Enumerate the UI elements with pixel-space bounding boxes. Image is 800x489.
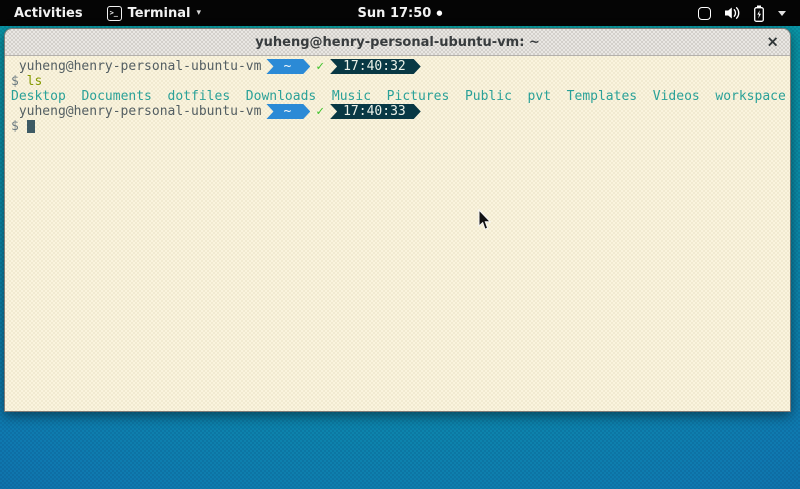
top-bar: Activities >_ Terminal ▾ Sun 17:50 ● <box>0 0 800 26</box>
rounded-square-status-icon <box>698 7 711 20</box>
app-menu-terminal[interactable]: >_ Terminal ▾ <box>97 0 211 26</box>
directory-name: Templates <box>567 89 637 104</box>
terminal-window: yuheng@henry-personal-ubuntu-vm: ~ × yuh… <box>4 28 791 412</box>
command-text: ls <box>27 74 43 89</box>
prompt-line: yuheng@henry-personal-ubuntu-vm ~ ✓ 17:4… <box>11 104 786 119</box>
directory-name: Desktop <box>11 89 66 104</box>
mouse-pointer-icon <box>477 209 491 231</box>
window-title: yuheng@henry-personal-ubuntu-vm: ~ <box>255 35 540 50</box>
directory-name: Public <box>465 89 512 104</box>
directory-name: Downloads <box>246 89 316 104</box>
chevron-down-icon <box>778 11 786 16</box>
prompt-path-segment: ~ <box>266 59 310 74</box>
prompt-time-segment: 17:40:32 <box>330 59 421 74</box>
close-icon[interactable]: × <box>766 35 779 50</box>
volume-icon <box>724 6 740 20</box>
command-line: $ ls <box>11 74 786 89</box>
directory-name: Pictures <box>387 89 450 104</box>
checkmark-icon: ✓ <box>316 104 324 119</box>
system-status-area[interactable] <box>684 0 800 26</box>
directory-name: dotfiles <box>168 89 231 104</box>
directory-name: Documents <box>81 89 151 104</box>
clock-label: Sun 17:50 <box>358 6 432 21</box>
app-menu-label: Terminal <box>128 6 191 21</box>
battery-charging-icon <box>753 5 765 22</box>
prompt-time-segment: 17:40:33 <box>330 104 421 119</box>
notification-dot-icon: ● <box>436 10 442 17</box>
prompt-line: yuheng@henry-personal-ubuntu-vm ~ ✓ 17:4… <box>11 59 786 74</box>
prompt-dollar: $ <box>11 74 19 89</box>
directory-name: pvt <box>528 89 551 104</box>
current-command-line: $ <box>11 119 786 134</box>
ls-output-line: Desktop Documents dotfiles Downloads Mus… <box>11 89 786 104</box>
checkmark-icon: ✓ <box>316 59 324 74</box>
terminal-app-icon: >_ <box>107 6 122 21</box>
prompt-path-segment: ~ <box>266 104 310 119</box>
window-titlebar[interactable]: yuheng@henry-personal-ubuntu-vm: ~ × <box>5 29 790 56</box>
prompt-dollar: $ <box>11 119 19 134</box>
prompt-username: yuheng@henry-personal-ubuntu-vm <box>19 104 262 119</box>
directory-name: workspace <box>715 89 785 104</box>
prompt-username: yuheng@henry-personal-ubuntu-vm <box>19 59 262 74</box>
directory-name: Music <box>332 89 371 104</box>
terminal-content[interactable]: yuheng@henry-personal-ubuntu-vm ~ ✓ 17:4… <box>5 56 790 411</box>
directory-name: Videos <box>653 89 700 104</box>
activities-button[interactable]: Activities <box>0 0 97 26</box>
text-cursor-block <box>27 120 35 133</box>
chevron-down-icon: ▾ <box>196 9 201 18</box>
